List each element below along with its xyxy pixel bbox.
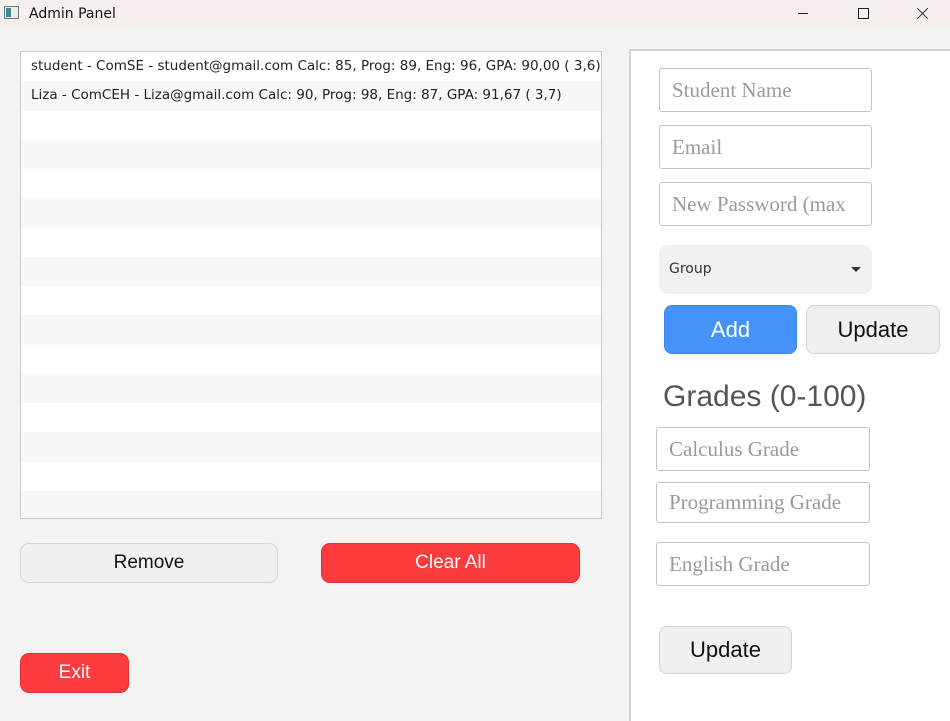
- grades-heading: Grades (0-100): [663, 380, 867, 413]
- list-item[interactable]: [21, 139, 601, 169]
- email-field[interactable]: Email: [659, 125, 872, 169]
- list-item[interactable]: [21, 373, 601, 403]
- list-item[interactable]: [21, 286, 601, 316]
- list-item[interactable]: [21, 315, 601, 345]
- list-item[interactable]: student - ComSE - student@gmail.com Calc…: [21, 52, 601, 82]
- clear-all-button[interactable]: Clear All: [321, 543, 580, 583]
- maximize-icon[interactable]: [840, 0, 886, 28]
- calculus-grade-field[interactable]: Calculus Grade: [656, 427, 870, 471]
- update-student-button[interactable]: Update: [806, 305, 940, 354]
- list-item[interactable]: [21, 169, 601, 199]
- chevron-down-icon: [851, 267, 861, 272]
- window-title: Admin Panel: [29, 6, 116, 22]
- list-item[interactable]: [21, 490, 601, 518]
- close-icon[interactable]: [899, 0, 945, 28]
- list-item[interactable]: [21, 461, 601, 491]
- list-item[interactable]: [21, 227, 601, 257]
- list-item[interactable]: Liza - ComCEH - Liza@gmail.com Calc: 90,…: [21, 81, 601, 111]
- list-item[interactable]: [21, 198, 601, 228]
- add-button[interactable]: Add: [664, 305, 797, 354]
- new-password-field[interactable]: New Password (max: [659, 182, 872, 226]
- list-item[interactable]: [21, 110, 601, 140]
- update-grades-button[interactable]: Update: [659, 626, 792, 674]
- student-list[interactable]: student - ComSE - student@gmail.com Calc…: [20, 51, 602, 519]
- list-item[interactable]: [21, 256, 601, 286]
- english-grade-field[interactable]: English Grade: [656, 542, 870, 586]
- app-window-icon: [4, 6, 19, 19]
- list-item[interactable]: [21, 344, 601, 374]
- exit-button[interactable]: Exit: [20, 653, 129, 693]
- list-item[interactable]: [21, 403, 601, 433]
- student-name-field[interactable]: Student Name: [659, 68, 872, 112]
- group-select-value: Group: [669, 261, 712, 277]
- title-bar: Admin Panel: [0, 0, 950, 28]
- group-select[interactable]: Group: [659, 245, 872, 294]
- minimize-icon[interactable]: [780, 0, 826, 28]
- programming-grade-field[interactable]: Programming Grade: [656, 482, 870, 523]
- remove-button[interactable]: Remove: [20, 543, 278, 583]
- list-item[interactable]: [21, 432, 601, 462]
